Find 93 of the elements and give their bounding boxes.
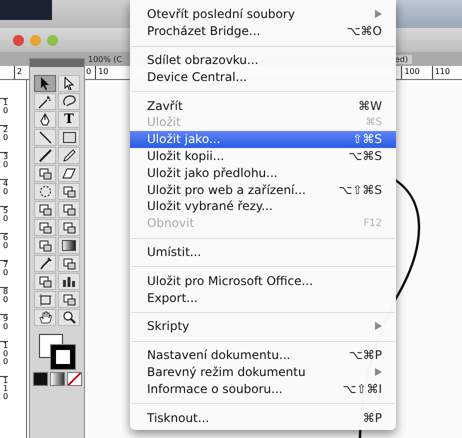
gradient-mode-button[interactable] [50, 372, 64, 386]
tool-button[interactable] [58, 255, 80, 272]
line-icon [38, 131, 52, 144]
application-bar [0, 0, 52, 20]
rotate-icon [38, 185, 52, 198]
tool-icon [38, 168, 52, 180]
tool-button[interactable] [58, 165, 80, 182]
stroke-swatch[interactable] [51, 345, 75, 369]
selection-arrow-icon [40, 77, 50, 90]
tool-icon [62, 258, 76, 270]
tool-button[interactable] [58, 75, 80, 92]
menu-item[interactable]: Export... [130, 289, 396, 306]
tool-icon [62, 204, 76, 216]
menu-item[interactable]: Uložit kopii... ⌥⌘S [130, 148, 396, 164]
menu-item[interactable]: Uložit jako... ⇧⌘S [130, 130, 396, 148]
color-mode-button[interactable] [32, 372, 48, 386]
tool-button[interactable] [58, 183, 80, 200]
tool-icon [38, 204, 52, 216]
tool-button[interactable] [58, 291, 80, 308]
gradient-icon [62, 240, 76, 251]
ruler-label: 10 [95, 66, 108, 79]
menu-item[interactable]: Device Central... [130, 68, 396, 86]
tool-button[interactable] [34, 273, 56, 290]
menu-item[interactable]: Informace o souboru... ⌥⇧⌘I [130, 380, 396, 398]
bar-graph-icon [62, 276, 76, 287]
tool-icon [38, 240, 52, 252]
ruler-label: 110 [0, 376, 8, 401]
close-button[interactable] [13, 34, 24, 46]
ruler-label: 90 [0, 314, 8, 331]
artboard-icon [38, 294, 52, 306]
brush-icon [38, 149, 52, 162]
tool-button[interactable] [58, 219, 80, 236]
arrow-icon [64, 77, 74, 90]
tool-button[interactable] [58, 273, 80, 290]
tool-button[interactable] [58, 93, 80, 110]
ruler-label: 20 [0, 125, 8, 142]
eyedropper-icon [38, 257, 52, 270]
hand-icon [38, 311, 52, 324]
menu-item[interactable]: Uložit pro web a zařízení... ⌥⇧⌘S [130, 181, 396, 198]
ruler-label: 40 [0, 179, 8, 196]
menu-item[interactable]: Uložit pro Microsoft Office... [130, 272, 396, 290]
tool-button[interactable] [58, 147, 80, 164]
menu-item[interactable]: Uložit jako předlohu... [130, 164, 396, 182]
tool-button[interactable] [58, 129, 80, 146]
ruler-label: 50 [0, 206, 8, 223]
ruler-label: 100 [401, 66, 420, 79]
ruler-label: 100 [0, 341, 8, 366]
pen-icon [40, 112, 50, 126]
tool-button[interactable] [58, 201, 80, 218]
menu-item[interactable]: Procházet Bridge... ⌥⌘O [130, 22, 396, 40]
tool-icon [38, 222, 52, 234]
menu-item[interactable]: Uložit vybrané řezy... [130, 198, 396, 215]
eraser-icon [62, 168, 76, 179]
tool-button[interactable] [58, 309, 80, 326]
tool-button[interactable] [34, 93, 56, 110]
tool-button[interactable] [34, 129, 56, 146]
menu-item[interactable]: Umístit... [130, 244, 396, 260]
tool-button[interactable] [34, 147, 56, 164]
magic-wand-icon [38, 94, 52, 108]
menu-item[interactable]: Skripty [130, 318, 396, 335]
tool-button[interactable] [34, 309, 56, 326]
lasso-icon [62, 95, 76, 108]
tool-button[interactable] [58, 237, 80, 254]
ruler-label: 60 [0, 233, 8, 250]
tool-icon [62, 222, 76, 234]
tool-button[interactable] [34, 291, 56, 308]
menu-item[interactable]: Nastavení dokumentu... ⌥⌘P [130, 346, 396, 364]
rectangle-icon [62, 132, 76, 143]
tool-button[interactable]: T [58, 111, 80, 128]
none-mode-button[interactable] [66, 372, 82, 386]
document-tab[interactable]: 100% (C [88, 54, 122, 64]
tool-button[interactable] [34, 165, 56, 182]
tool-button[interactable] [34, 255, 56, 272]
menu-item[interactable]: Zavřít ⌘W [130, 97, 396, 114]
tool-button[interactable] [34, 237, 56, 254]
ruler-label: 10 [0, 98, 8, 115]
tool-button[interactable] [34, 111, 56, 128]
tool-icon [62, 186, 76, 198]
tool-icon [62, 294, 76, 306]
ruler-label: 80 [0, 287, 8, 304]
pencil-icon [62, 149, 76, 162]
tool-button[interactable] [34, 201, 56, 218]
tool-button[interactable] [34, 219, 56, 236]
menu-item[interactable]: Tisknout... ⌘P [130, 409, 396, 426]
magnifier-icon [62, 311, 76, 324]
ruler-label: 30 [0, 152, 8, 169]
tool-button[interactable] [34, 183, 56, 200]
ruler-label: 110 [432, 66, 450, 79]
tool-icon [38, 276, 52, 288]
tool-button[interactable] [34, 75, 56, 92]
menu-item[interactable]: Barevný režim dokumentu [130, 364, 396, 380]
ruler-label: 2 [14, 66, 22, 79]
ruler-label: 70 [0, 260, 8, 277]
